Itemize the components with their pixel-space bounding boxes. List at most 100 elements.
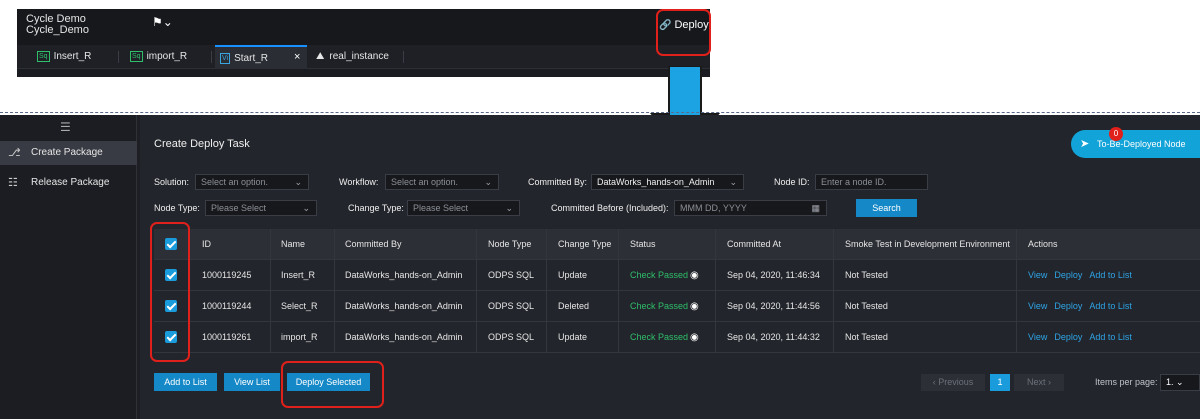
row-smoke-test: Not Tested	[845, 332, 888, 342]
row-node-type: ODPS SQL	[488, 332, 535, 342]
to-be-deployed-count-badge: 0	[1109, 127, 1123, 141]
row-status: Check Passed ◉	[630, 270, 699, 281]
chevron-down-icon: ⌄	[505, 203, 513, 213]
table-header: ID Name Committed By Node Type Change Ty…	[154, 229, 1200, 260]
node-tabs: Sq Insert_R Sq import_R Vi Start_R × ⛰ real_…	[17, 45, 710, 69]
row-id: 1000119261	[202, 332, 252, 342]
committed-before-input[interactable]: MMM DD, YYYY ▦	[674, 200, 827, 216]
highlight-checkboxes	[150, 222, 190, 362]
chevron-down-icon: ⌄	[484, 177, 492, 187]
items-per-page-label: Items per page:	[1095, 377, 1158, 387]
committed-by-select[interactable]: DataWorks_hands-on_Admin ⌄	[591, 174, 744, 190]
previous-page-button[interactable]: ‹ Previous	[921, 374, 985, 391]
node-type-select[interactable]: Please Select ⌄	[205, 200, 317, 216]
change-type-label: Change Type:	[348, 203, 404, 213]
row-name: import_R	[281, 332, 318, 342]
chevron-right-icon: ›	[1045, 377, 1051, 387]
page-number[interactable]: 1	[990, 374, 1010, 391]
bookmark-icon[interactable]: ⚑⌄	[152, 15, 173, 29]
col-committed-by: Committed By	[345, 239, 402, 249]
search-button[interactable]: Search	[856, 199, 917, 217]
chevron-down-icon: ⌄	[294, 177, 302, 187]
row-committed-at: Sep 04, 2020, 11:46:34	[727, 270, 820, 280]
row-smoke-test: Not Tested	[845, 301, 888, 311]
row-node-type: ODPS SQL	[488, 270, 535, 280]
workflow-label: Workflow:	[339, 177, 379, 187]
col-name: Name	[281, 239, 306, 249]
close-icon[interactable]: ×	[294, 45, 300, 69]
workflow-select[interactable]: Select an option. ⌄	[385, 174, 499, 190]
row-actions: View Deploy Add to List	[1028, 322, 1139, 353]
node-id-input[interactable]: Enter a node ID.	[815, 174, 928, 190]
committed-before-label: Committed Before (Included):	[551, 203, 669, 213]
list-icon: ☷	[8, 177, 18, 189]
menu-icon[interactable]: ☰	[60, 120, 71, 134]
calendar-icon: ▦	[811, 203, 820, 213]
col-actions: Actions	[1028, 239, 1058, 249]
package-add-icon: ⎇	[8, 147, 21, 159]
committed-by-label: Committed By:	[528, 177, 588, 187]
sidebar-item-release-package[interactable]: ☷ Release Package	[0, 171, 137, 195]
highlight-deploy	[656, 9, 711, 56]
deploy-link[interactable]: Deploy	[1054, 332, 1082, 342]
row-change-type: Update	[558, 270, 588, 280]
page-title: Create Deploy Task	[154, 138, 250, 150]
solution-select[interactable]: Select an option. ⌄	[195, 174, 309, 190]
row-committed-at: Sep 04, 2020, 11:44:56	[727, 301, 820, 311]
add-to-list-button[interactable]: Add to List	[154, 373, 217, 391]
row-name: Select_R	[281, 301, 318, 311]
send-icon: ➤	[1080, 138, 1090, 150]
workflow-header: Cycle Demo Cycle_Demo ⚑⌄ 🔗 Deploy	[17, 9, 710, 45]
highlight-deploy-selected	[281, 361, 384, 408]
solution-label: Solution:	[154, 177, 190, 187]
deploy-link[interactable]: Deploy	[1054, 270, 1082, 280]
items-per-page-select[interactable]: 1. ⌄	[1160, 374, 1200, 391]
row-change-type: Deleted	[558, 301, 590, 311]
view-link[interactable]: View	[1028, 332, 1047, 342]
tab-divider	[211, 51, 212, 63]
tab-import-r[interactable]: Sq import_R	[125, 45, 187, 69]
chevron-down-icon: ⌄	[1176, 377, 1184, 387]
row-status: Check Passed ◉	[630, 301, 699, 312]
table-row: 1000119261 import_R DataWorks_hands-on_A…	[154, 322, 1200, 353]
tab-real-instance[interactable]: ⛰ real_instance	[311, 45, 389, 69]
deploy-link[interactable]: Deploy	[1054, 301, 1082, 311]
eye-icon[interactable]: ◉	[690, 270, 699, 281]
row-name: Insert_R	[281, 270, 316, 280]
ide-toolbar-snippet: Cycle Demo Cycle_Demo ⚑⌄ 🔗 Deploy Sq Inser…	[17, 9, 710, 77]
table-row: 1000119245 Insert_R DataWorks_hands-on_A…	[154, 260, 1200, 291]
col-status: Status	[630, 239, 656, 249]
chevron-down-icon: ⌄	[302, 203, 310, 213]
sidebar-item-create-package[interactable]: ⎇ Create Package	[0, 141, 137, 165]
divider	[0, 112, 1200, 113]
eye-icon[interactable]: ◉	[690, 301, 699, 312]
row-committed-by: DataWorks_hands-on_Admin	[345, 301, 463, 311]
to-be-deployed-button[interactable]: ➤ To-Be-Deployed Node	[1071, 130, 1200, 158]
next-page-button[interactable]: Next ›	[1014, 374, 1064, 391]
row-actions: View Deploy Add to List	[1028, 291, 1139, 322]
row-id: 1000119245	[202, 270, 252, 280]
change-type-select[interactable]: Please Select ⌄	[407, 200, 520, 216]
row-node-type: ODPS SQL	[488, 301, 535, 311]
view-link[interactable]: View	[1028, 270, 1047, 280]
col-smoke-test: Smoke Test in Development Environment	[845, 239, 1010, 249]
tab-insert-r[interactable]: Sq Insert_R	[32, 45, 91, 69]
add-to-list-link[interactable]: Add to List	[1089, 270, 1132, 280]
col-committed-at: Committed At	[727, 239, 782, 249]
sidebar: ☰ ⎇ Create Package ☷ Release Package	[0, 115, 137, 419]
tab-divider	[118, 51, 119, 63]
col-change-type: Change Type	[558, 239, 612, 249]
view-link[interactable]: View	[1028, 301, 1047, 311]
workflow-name: Cycle Demo Cycle_Demo	[26, 13, 89, 36]
add-to-list-link[interactable]: Add to List	[1089, 301, 1132, 311]
view-list-button[interactable]: View List	[224, 373, 280, 391]
table-row: 1000119244 Select_R DataWorks_hands-on_A…	[154, 291, 1200, 322]
add-to-list-link[interactable]: Add to List	[1089, 332, 1132, 342]
col-id: ID	[202, 239, 211, 249]
node-type-label: Node Type:	[154, 203, 200, 213]
eye-icon[interactable]: ◉	[690, 332, 699, 343]
row-committed-by: DataWorks_hands-on_Admin	[345, 270, 463, 280]
row-committed-by: DataWorks_hands-on_Admin	[345, 332, 463, 342]
instance-icon: ⛰	[316, 51, 325, 62]
row-actions: View Deploy Add to List	[1028, 260, 1139, 291]
